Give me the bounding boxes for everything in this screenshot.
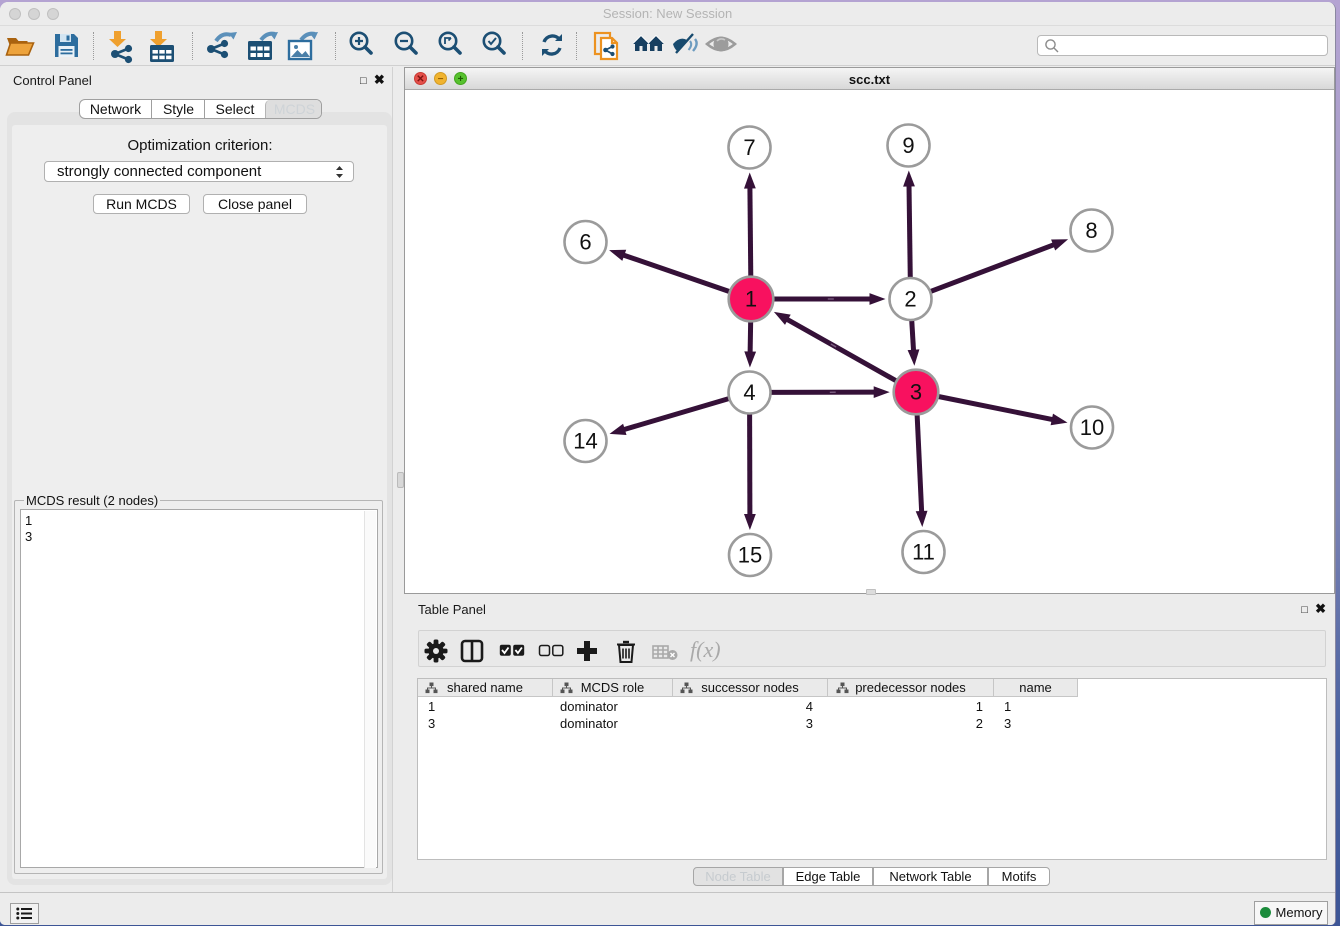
svg-text:3: 3 bbox=[910, 380, 922, 405]
svg-text:11: 11 bbox=[912, 540, 935, 565]
svg-text:7: 7 bbox=[743, 135, 755, 160]
svg-text:1: 1 bbox=[745, 287, 757, 312]
svg-text:2: 2 bbox=[904, 287, 916, 312]
svg-text:4: 4 bbox=[743, 380, 755, 405]
svg-text:15: 15 bbox=[738, 543, 762, 568]
svg-text:10: 10 bbox=[1080, 415, 1104, 440]
svg-text:14: 14 bbox=[573, 429, 597, 454]
svg-text:8: 8 bbox=[1085, 218, 1097, 243]
svg-text:9: 9 bbox=[902, 133, 914, 158]
svg-text:6: 6 bbox=[579, 230, 591, 255]
